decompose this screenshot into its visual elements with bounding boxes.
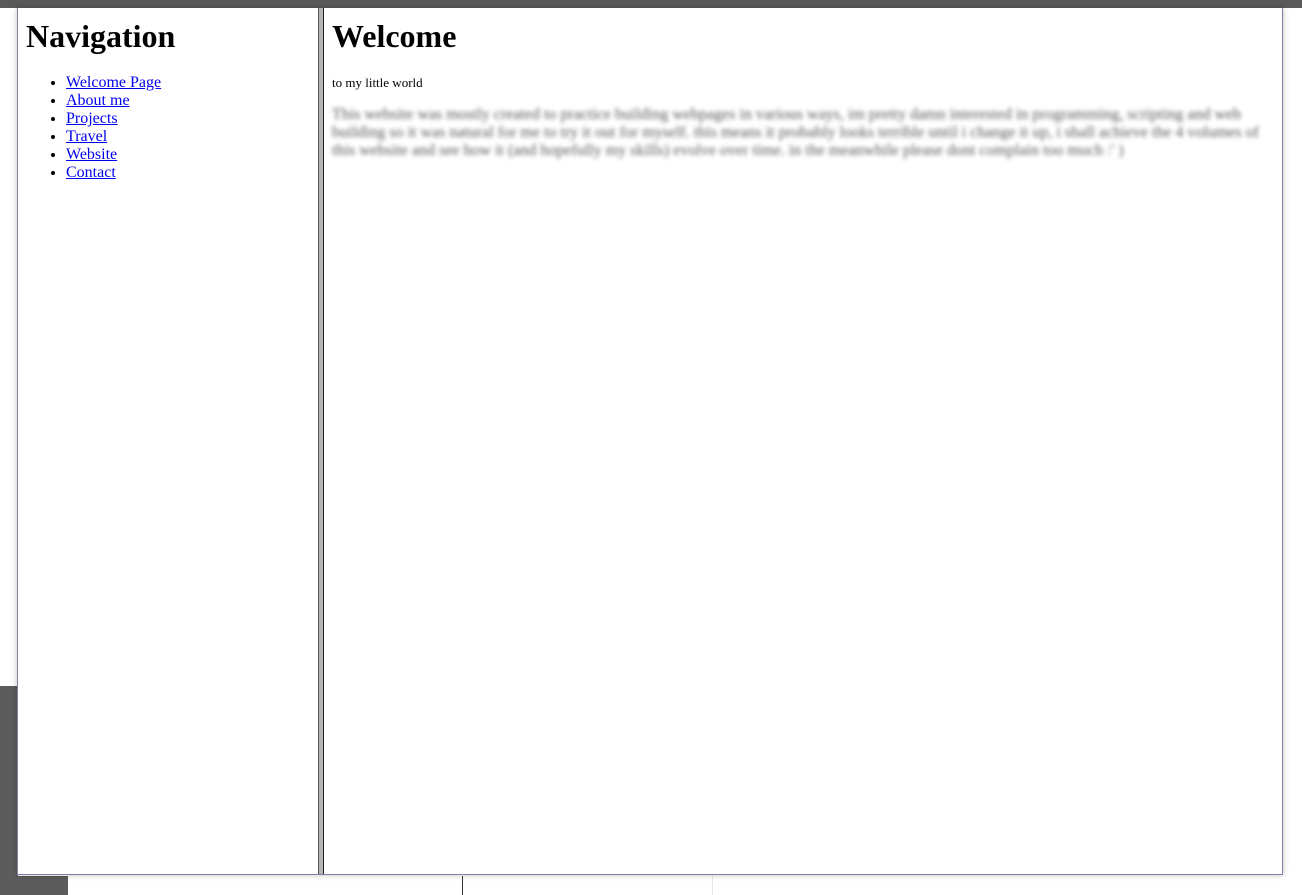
nav-item-travel: Travel xyxy=(66,128,161,146)
nav-link-travel[interactable]: Travel xyxy=(66,128,107,145)
backdrop-left-strip xyxy=(0,686,18,895)
main-content-frame: Welcome to my little world This website … xyxy=(324,8,1282,874)
nav-item-welcome-page: Welcome Page xyxy=(66,74,161,92)
page-subtitle: to my little world xyxy=(332,75,423,90)
backdrop-top-bar xyxy=(0,0,1302,8)
nav-item-website: Website xyxy=(66,146,161,164)
backdrop-bottom-left xyxy=(18,876,68,895)
backdrop-bottom-divider xyxy=(712,876,713,895)
nav-link-about-me[interactable]: About me xyxy=(66,92,130,109)
nav-item-projects: Projects xyxy=(66,110,161,128)
page-title: Welcome xyxy=(332,18,457,54)
nav-item-about-me: About me xyxy=(66,92,161,110)
navigation-frame: Navigation Welcome Page About me Project… xyxy=(18,8,319,874)
navigation-list: Welcome Page About me Projects Travel We… xyxy=(26,74,161,182)
backdrop-bottom-panel xyxy=(68,876,463,895)
intro-paragraph: This website was mostly created to pract… xyxy=(332,106,1259,159)
browser-window: Navigation Welcome Page About me Project… xyxy=(17,8,1283,875)
nav-link-contact[interactable]: Contact xyxy=(66,164,116,181)
nav-link-projects[interactable]: Projects xyxy=(66,110,118,127)
nav-link-website[interactable]: Website xyxy=(66,146,117,163)
nav-link-welcome-page[interactable]: Welcome Page xyxy=(66,74,161,91)
navigation-title: Navigation xyxy=(26,18,176,54)
nav-item-contact: Contact xyxy=(66,164,161,182)
